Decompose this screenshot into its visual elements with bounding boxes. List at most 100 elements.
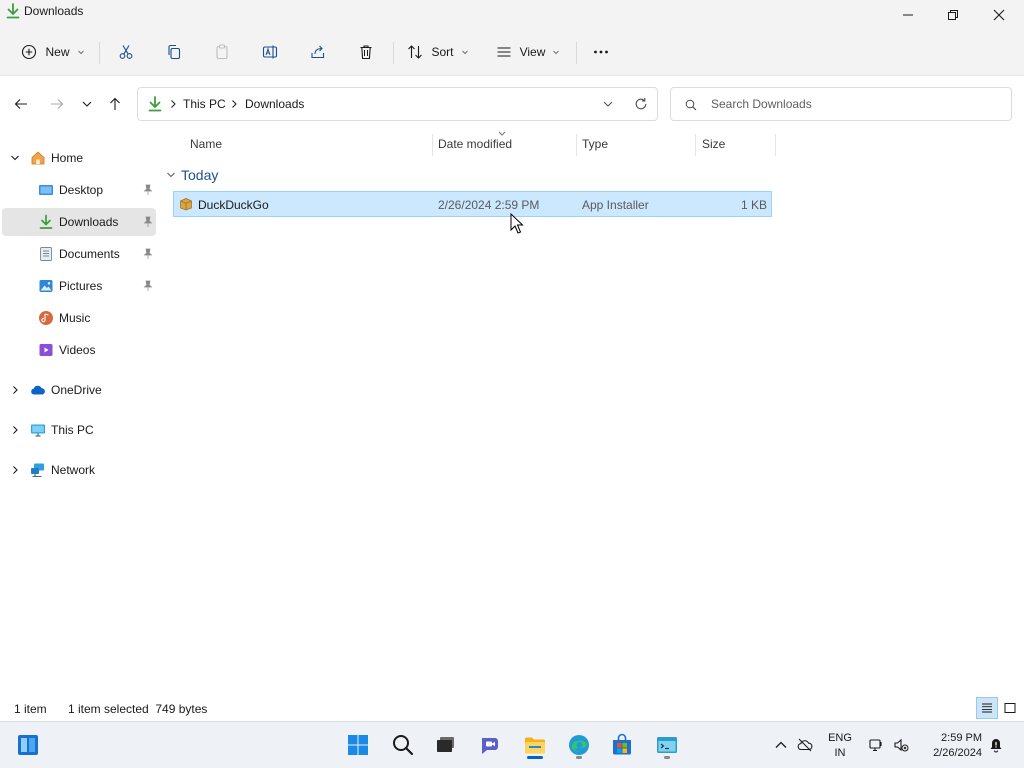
column-header-type[interactable]: Type: [582, 137, 608, 151]
chat-button[interactable]: [474, 729, 506, 761]
keyboard-region: IN: [834, 747, 846, 759]
pin-icon[interactable]: [142, 184, 154, 196]
breadcrumb-downloads[interactable]: Downloads: [245, 97, 304, 111]
chevron-down-icon[interactable]: [10, 153, 20, 163]
delete-button[interactable]: [352, 38, 380, 66]
minimize-button[interactable]: [885, 0, 931, 30]
desktop-icon: [39, 185, 53, 195]
table-row[interactable]: DuckDuckGo 2/26/2024 2:59 PM App Install…: [173, 191, 772, 217]
copy-button[interactable]: [160, 38, 188, 66]
forward-button[interactable]: [46, 93, 68, 115]
more-options-button[interactable]: [587, 38, 615, 66]
details-view-icon: [982, 703, 992, 713]
sidebar-item-onedrive[interactable]: OneDrive: [2, 376, 156, 404]
sidebar-item-desktop[interactable]: Desktop: [2, 176, 156, 204]
sidebar-item-this-pc[interactable]: This PC: [2, 416, 156, 444]
download-icon: [148, 96, 162, 112]
sidebar-item-pictures[interactable]: Pictures: [2, 272, 156, 300]
onedrive-tray-button[interactable]: [796, 736, 814, 754]
group-header-today[interactable]: Today: [166, 166, 218, 184]
column-divider[interactable]: [695, 134, 696, 156]
volume-tray-button[interactable]: [892, 736, 910, 754]
taskbar-search-button[interactable]: [387, 729, 419, 761]
cut-button[interactable]: [112, 38, 140, 66]
sidebar-item-home[interactable]: Home: [2, 144, 156, 172]
sidebar-item-videos[interactable]: Videos: [2, 336, 156, 364]
details-view-button[interactable]: [976, 697, 998, 719]
task-view-button[interactable]: [429, 729, 461, 761]
chevron-right-icon: [171, 100, 176, 108]
file-explorer-taskbar-button[interactable]: [519, 729, 551, 761]
up-button[interactable]: [104, 93, 126, 115]
copy-icon: [168, 44, 181, 60]
paste-button[interactable]: [208, 38, 236, 66]
paste-icon: [216, 44, 228, 60]
sort-button[interactable]: Sort: [404, 38, 472, 66]
terminal-button[interactable]: [651, 729, 683, 761]
sidebar-item-label: Pictures: [59, 279, 103, 293]
start-button[interactable]: [342, 729, 374, 761]
search-input[interactable]: [711, 95, 1001, 113]
new-label: New: [45, 45, 70, 59]
chevron-right-icon[interactable]: [10, 425, 20, 435]
divider: [393, 42, 394, 64]
pin-icon[interactable]: [142, 216, 154, 228]
tiles-view-button[interactable]: [999, 697, 1021, 719]
window-title: Downloads: [24, 4, 84, 18]
sidebar-item-label: Documents: [59, 247, 120, 261]
taskbar-clock[interactable]: 2:59 PM 2/26/2024: [918, 731, 982, 761]
show-hidden-icons-button[interactable]: [772, 736, 790, 754]
start-icon: [348, 735, 368, 755]
column-header-date-modified[interactable]: Date modified: [438, 137, 512, 151]
file-list-pane: Name Date modified Type Size Today DuckD…: [158, 131, 1024, 693]
pin-icon[interactable]: [142, 280, 154, 292]
active-indicator: [527, 756, 543, 759]
notifications-button[interactable]: [987, 736, 1005, 754]
sidebar-item-label: Downloads: [59, 215, 119, 229]
sidebar-item-network[interactable]: Network: [2, 456, 156, 484]
recent-locations-button[interactable]: [76, 93, 98, 115]
pin-icon[interactable]: [142, 248, 154, 260]
breadcrumb-this-pc[interactable]: This PC: [183, 97, 226, 111]
network-status-icon: [869, 739, 882, 752]
sidebar-item-documents[interactable]: Documents: [2, 240, 156, 268]
refresh-icon[interactable]: [634, 97, 648, 111]
input-language-indicator[interactable]: ENG IN: [826, 731, 854, 761]
sidebar-item-downloads[interactable]: Downloads: [2, 208, 156, 236]
rename-button[interactable]: [256, 38, 284, 66]
widgets-button[interactable]: [12, 729, 44, 761]
close-button[interactable]: [976, 0, 1022, 30]
running-indicator: [576, 756, 582, 759]
column-header-size[interactable]: Size: [702, 137, 725, 151]
column-divider[interactable]: [775, 134, 776, 156]
share-icon: [311, 45, 325, 59]
column-header-name[interactable]: Name: [190, 137, 222, 151]
view-button[interactable]: View: [493, 38, 563, 66]
address-bar[interactable]: This PC Downloads: [137, 87, 658, 121]
pictures-icon: [39, 280, 53, 292]
search-box[interactable]: [670, 87, 1012, 121]
column-divider[interactable]: [576, 134, 577, 156]
file-date-modified: 2/26/2024 2:59 PM: [438, 198, 540, 212]
chevron-down-icon[interactable]: [602, 98, 614, 110]
network-tray-button[interactable]: [867, 736, 885, 754]
new-button[interactable]: New: [18, 38, 88, 66]
search-icon: [685, 99, 697, 111]
chevron-right-icon[interactable]: [10, 385, 20, 395]
store-icon: [613, 733, 631, 755]
share-button[interactable]: [304, 38, 332, 66]
chevron-down-icon: [553, 50, 560, 55]
plus-circle-icon: [22, 44, 37, 60]
running-indicator: [664, 756, 670, 759]
documents-icon: [40, 247, 52, 261]
cut-icon: [119, 45, 133, 59]
widgets-icon: [18, 735, 38, 755]
store-button[interactable]: [606, 729, 638, 761]
maximize-button[interactable]: [930, 0, 976, 30]
back-button[interactable]: [10, 93, 32, 115]
column-divider[interactable]: [432, 134, 433, 156]
sidebar-item-music[interactable]: Music: [2, 304, 156, 332]
language-code: ENG: [828, 732, 852, 744]
edge-button[interactable]: [563, 729, 595, 761]
chevron-right-icon[interactable]: [10, 465, 20, 475]
